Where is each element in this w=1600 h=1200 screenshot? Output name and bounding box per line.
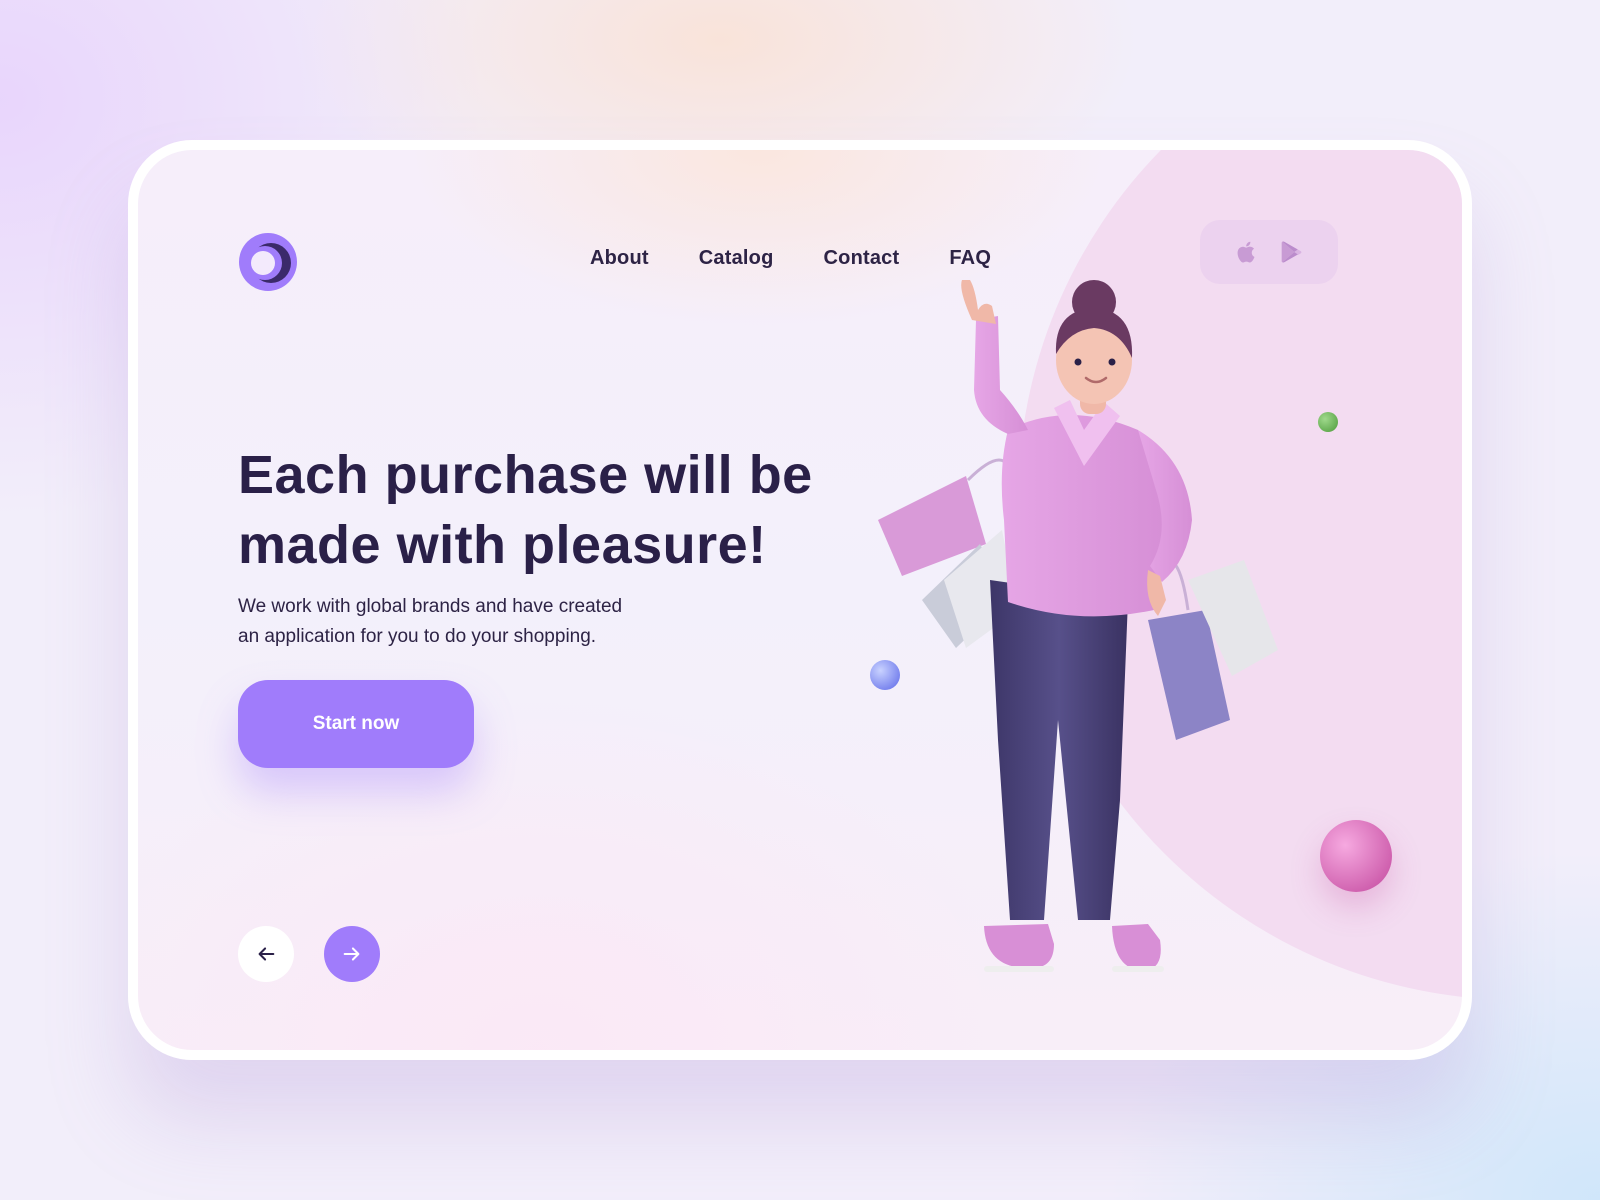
carousel-next-button[interactable] — [324, 926, 380, 982]
logo[interactable] — [238, 232, 298, 292]
app-store-links — [1200, 220, 1338, 284]
hero-card: About Catalog Contact FAQ Each purchase … — [128, 140, 1472, 1060]
main-nav: About Catalog Contact FAQ — [590, 238, 991, 278]
arrow-left-icon — [258, 947, 275, 961]
google-play-icon[interactable] — [1278, 239, 1304, 265]
shopping-woman-illustration — [878, 280, 1278, 972]
arrow-right-icon — [343, 947, 360, 961]
headline-line-1: Each purchase will be — [238, 445, 813, 505]
decorative-pink-ball — [1320, 820, 1392, 892]
carousel-prev-button[interactable] — [238, 926, 294, 982]
hero-subtext: We work with global brands and have crea… — [238, 592, 698, 652]
headline-line-2: made with pleasure! — [238, 515, 767, 575]
nav-catalog[interactable]: Catalog — [699, 247, 774, 270]
logo-icon — [239, 233, 297, 291]
start-now-button[interactable]: Start now — [238, 680, 474, 768]
hero-headline: Each purchase will be made with pleasure… — [238, 440, 938, 580]
apple-icon[interactable] — [1234, 239, 1260, 265]
nav-about[interactable]: About — [590, 247, 649, 270]
decorative-green-ball — [1318, 412, 1338, 432]
nav-faq[interactable]: FAQ — [949, 247, 991, 270]
subtext-line-2: an application for you to do your shoppi… — [238, 626, 597, 647]
subtext-line-1: We work with global brands and have crea… — [238, 596, 623, 617]
nav-contact[interactable]: Contact — [824, 247, 900, 270]
